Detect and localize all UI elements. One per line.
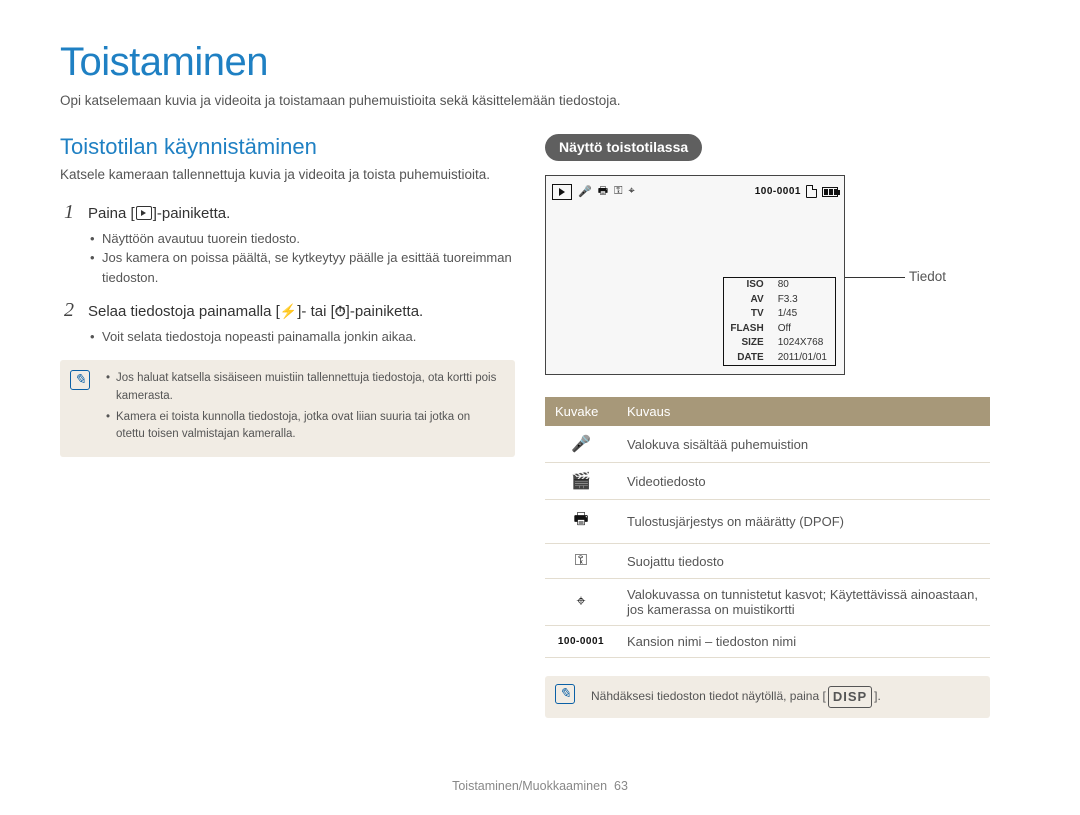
table-row: ⌖Valokuvassa on tunnistetut kasvot; Käyt…: [545, 579, 990, 626]
section-heading: Toistotilan käynnistäminen: [60, 134, 515, 160]
flash-icon: ⚡: [280, 301, 297, 321]
section-subtext: Katsele kameraan tallennettuja kuvia ja …: [60, 166, 515, 185]
table-row: 🎬Videotiedosto: [545, 463, 990, 500]
print-order-icon: 🖶: [545, 500, 617, 544]
note1-item-2: Kamera ei toista kunnolla tiedostoja, jo…: [106, 409, 501, 444]
protected-icon: ⚿: [545, 544, 617, 579]
page-intro: Opi katselemaan kuvia ja videoita ja toi…: [60, 93, 1020, 108]
table-row: 🎤Valokuva sisältää puhemuistion: [545, 426, 990, 463]
note-icon: ✎: [70, 370, 90, 390]
face-detect-icon: ⌖: [545, 579, 617, 626]
table-row: 100-0001Kansion nimi – tiedoston nimi: [545, 626, 990, 658]
left-column: Toistotilan käynnistäminen Katsele kamer…: [60, 134, 515, 718]
step-2-title: Selaa tiedostoja painamalla [⚡]- tai [⏱]…: [88, 301, 515, 323]
note-icon: ✎: [555, 684, 575, 704]
video-file-icon: 🎬: [545, 463, 617, 500]
th-icon: Kuvake: [545, 397, 617, 426]
play-button-icon: [136, 206, 152, 220]
icon-desc: Suojattu tiedosto: [617, 544, 990, 579]
note-box-right: ✎ Nähdäksesi tiedoston tiedot näytöllä, …: [545, 676, 990, 718]
step-1-bullet-2: Jos kamera on poissa päältä, se kytkeyty…: [88, 248, 515, 287]
lcd-print-icon: 🖶: [598, 182, 608, 201]
page-footer: Toistaminen/Muokkaaminen 63: [0, 779, 1080, 793]
step-1-bullet-1: Näyttöön avautuu tuorein tiedosto.: [88, 229, 515, 249]
lcd-voice-icon: 🎤: [578, 185, 592, 198]
note1-item-1: Jos haluat katsella sisäiseen muistiin t…: [106, 370, 501, 405]
callout-line: [845, 277, 905, 278]
th-desc: Kuvaus: [617, 397, 990, 426]
lcd-mock: 🎤 🖶 ⚿ ⌖ 100-0001 ISO80 AVF3.3: [545, 175, 845, 375]
steps-list: Paina []-painiketta. Näyttöön avautuu tu…: [60, 203, 515, 347]
callout-label: Tiedot: [909, 269, 946, 284]
step-1-title: Paina []-painiketta.: [88, 203, 515, 225]
disp-button-label: DISP: [828, 686, 872, 708]
icon-desc: Kansion nimi – tiedoston nimi: [617, 626, 990, 658]
lcd-face-icon: ⌖: [628, 185, 634, 198]
note-box-left: ✎ Jos haluat katsella sisäiseen muistiin…: [60, 360, 515, 457]
icon-desc: Valokuvassa on tunnistetut kasvot; Käyte…: [617, 579, 990, 626]
folder-file-label: 100-0001: [545, 626, 617, 658]
icon-desc: Videotiedosto: [617, 463, 990, 500]
icon-desc: Tulostusjärjestys on määrätty (DPOF): [617, 500, 990, 544]
table-row: ⚿Suojattu tiedosto: [545, 544, 990, 579]
lcd-file-counter: 100-0001: [755, 186, 801, 197]
voice-memo-icon: 🎤: [545, 426, 617, 463]
lcd-lock-icon: ⚿: [614, 185, 622, 198]
right-column: Näyttö toistotilassa 🎤 🖶 ⚿ ⌖ 100-0001: [545, 134, 990, 718]
lcd-info-panel: ISO80 AVF3.3 TV1/45 FLASHOff SIZE1024X76…: [723, 277, 836, 366]
lcd-sd-icon: [806, 185, 817, 198]
timer-icon: ⏱: [335, 301, 346, 321]
page-title: Toistaminen: [60, 40, 1020, 85]
icon-description-table: Kuvake Kuvaus 🎤Valokuva sisältää puhemui…: [545, 397, 990, 658]
table-row: 🖶Tulostusjärjestys on määrätty (DPOF): [545, 500, 990, 544]
lcd-play-icon: [552, 184, 572, 200]
step-2-bullet-1: Voit selata tiedostoja nopeasti painamal…: [88, 327, 515, 347]
lcd-battery-icon: [822, 187, 838, 197]
playback-display-badge: Näyttö toistotilassa: [545, 134, 702, 161]
icon-desc: Valokuva sisältää puhemuistion: [617, 426, 990, 463]
